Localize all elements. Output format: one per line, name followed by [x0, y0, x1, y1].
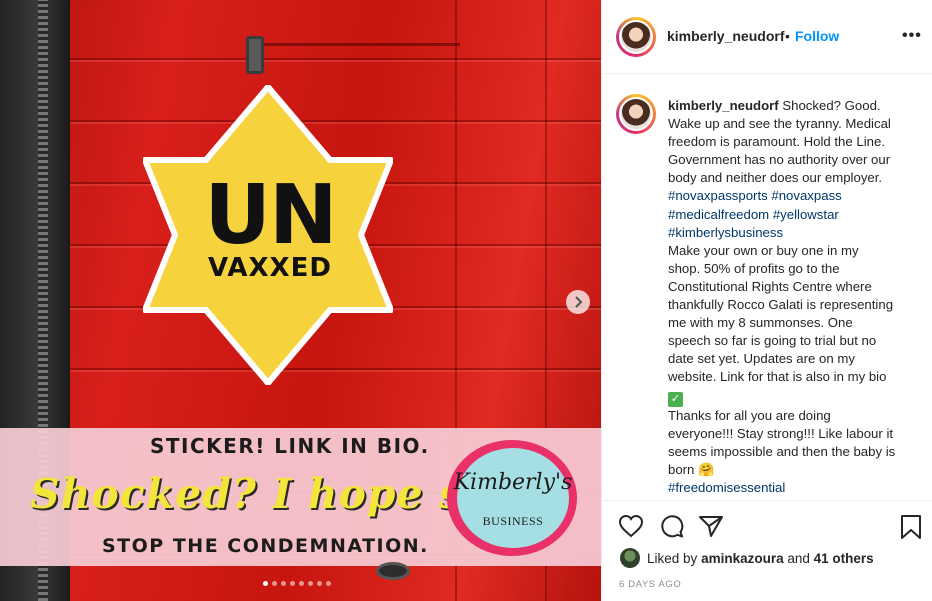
hashtag-link[interactable]: #novaxpassports [668, 188, 768, 203]
caption-username[interactable]: kimberly_neudorf [668, 98, 779, 113]
carousel-dot [299, 581, 304, 586]
star-text-vaxxed: VAXXED [208, 253, 332, 283]
follow-button[interactable]: Follow [795, 28, 839, 44]
caption-line: me with my 8 summonses. One [668, 315, 853, 331]
chevron-right-icon [575, 296, 583, 308]
post-side-panel: kimberly_neudorf • Follow ••• kimberly_n… [601, 0, 932, 601]
logo-business-text: BUSINESS [482, 514, 544, 528]
hashtag-link[interactable]: #freedomisessential [668, 480, 785, 495]
hug-emoji-icon: 🤗 [698, 461, 715, 477]
caption-line: Shocked? Good. [782, 98, 881, 113]
zipper-pull [246, 36, 264, 74]
carousel-dot [281, 581, 286, 586]
avatar-image [619, 20, 653, 54]
check-mark-emoji-icon: ✓ [668, 391, 683, 407]
hashtag-link[interactable]: #kimberlysbusiness [668, 225, 783, 240]
banner-bottom-text: STOP THE CONDEMNATION. [102, 535, 429, 557]
carousel-dot [317, 581, 322, 586]
carousel-dots [263, 581, 331, 586]
caption-line: born [668, 461, 695, 477]
banner-sticker-text: STICKER! LINK IN BIO. [150, 434, 430, 458]
caption-avatar[interactable] [616, 94, 656, 134]
likes-others-link[interactable]: 41 others [814, 551, 874, 566]
caption-line: date set yet. Updates are on my [668, 351, 855, 367]
caption-line: body and neither does our employer. [668, 170, 883, 186]
post-header: kimberly_neudorf • Follow ••• [602, 0, 932, 74]
share-icon[interactable] [698, 514, 724, 538]
caption-line: Constitutional Rights Centre where [668, 278, 872, 294]
banner-script-text: Shocked? I hope so. [30, 470, 506, 518]
liker-username[interactable]: aminkazoura [701, 551, 784, 566]
post-caption: kimberly_neudorf Shocked? Good. Wake up … [668, 97, 926, 497]
caption-line: Wake up and see the tyranny. Medical [668, 116, 891, 132]
business-logo-inner [457, 448, 569, 548]
caption-line: Make your own or buy one in my [668, 242, 859, 258]
caption-line: Thanks for all you are doing [668, 407, 831, 423]
logo-script-text: Kimberly's [453, 470, 573, 495]
caption-line: Government has no authority over our [668, 152, 891, 168]
carousel-next-button[interactable] [566, 290, 590, 314]
heart-icon[interactable] [618, 514, 644, 538]
carousel-dot [272, 581, 277, 586]
likes-summary[interactable]: Liked by aminkazoura and 41 others [620, 548, 874, 568]
hashtag-link[interactable]: #medicalfreedom [668, 207, 769, 222]
caption-line: shop. 50% of profits go to the [668, 260, 840, 276]
caption-line: seems impossible and then the baby is [668, 443, 896, 459]
caption-line: speech so far is going to trial but no [668, 333, 877, 349]
post-media[interactable]: UN VAXXED STICKER! LINK IN BIO. Shocked?… [0, 0, 601, 601]
likes-and: and [787, 550, 810, 566]
more-options-icon[interactable]: ••• [902, 27, 922, 45]
likes-prefix: Liked by [647, 550, 698, 566]
jacket-pocket [250, 30, 460, 46]
header-separator: • [785, 28, 790, 44]
caption-line: everyone!!! Stay strong!!! Like labour i… [668, 425, 894, 441]
hashtag-link[interactable]: #yellowstar [773, 207, 839, 222]
liker-avatar[interactable] [620, 548, 640, 568]
caption-line: website. Link for that is also in my bio [668, 369, 887, 385]
star-text-un: UN [204, 168, 337, 263]
caption-line: thankfully Rocco Galati is representing [668, 297, 894, 313]
jacket-grommet [376, 562, 410, 580]
carousel-dot [263, 581, 268, 586]
bookmark-icon[interactable] [899, 514, 923, 540]
carousel-dot [290, 581, 295, 586]
carousel-dot [326, 581, 331, 586]
post-timestamp[interactable]: 6 DAYS AGO [619, 579, 681, 590]
caption-line: freedom is paramount. Hold the Line. [668, 134, 885, 150]
avatar-image [619, 97, 653, 131]
comment-icon[interactable] [659, 514, 685, 538]
hashtag-link[interactable]: #novaxpass [771, 188, 841, 203]
action-bar [602, 500, 932, 550]
author-username[interactable]: kimberly_neudorf [667, 28, 784, 44]
author-avatar[interactable] [616, 17, 656, 57]
caption-area[interactable]: kimberly_neudorf Shocked? Good. Wake up … [602, 75, 932, 499]
carousel-dot [308, 581, 313, 586]
